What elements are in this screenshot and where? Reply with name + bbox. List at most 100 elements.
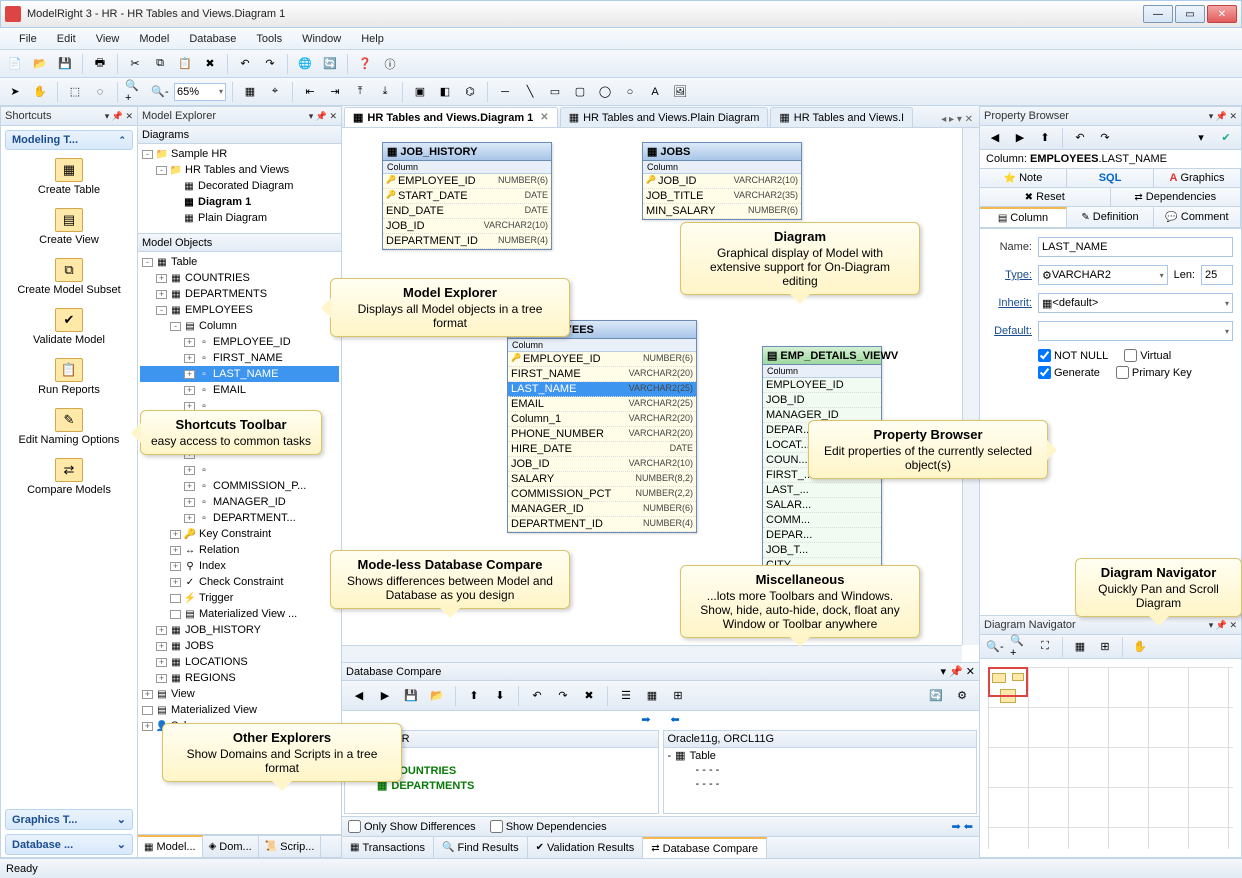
pb-tab-definition[interactable]: ✎ Definition [1067, 207, 1154, 228]
text-icon[interactable]: A [644, 81, 666, 103]
maximize-button[interactable]: ▭ [1175, 5, 1205, 23]
pin-icon[interactable]: ▾ 📌 ✕ [940, 665, 975, 678]
cylinder-icon[interactable]: ⌬ [459, 81, 481, 103]
diagrams-tree[interactable]: -📁Sample HR -📁HR Tables and Views ▦Decor… [138, 144, 341, 233]
shortcut-create-model-subset[interactable]: ⧉Create Model Subset [1, 254, 137, 304]
tab-db-compare[interactable]: ⇄ Database Compare [643, 837, 767, 858]
dc-grid-icon[interactable]: ▦ [641, 685, 663, 707]
dc-open-icon[interactable]: 📂 [426, 685, 448, 707]
primarykey-checkbox[interactable]: Primary Key [1116, 366, 1192, 379]
shortcuts-section-modeling[interactable]: Modeling T...⌃ [5, 130, 133, 150]
nav-expand-icon[interactable]: ⊞ [1094, 636, 1116, 658]
shortcut-edit-naming[interactable]: ✎Edit Naming Options [1, 404, 137, 454]
select-lasso-icon[interactable]: ◌ [89, 81, 111, 103]
grid-icon[interactable]: ▦ [239, 81, 261, 103]
dc-target-pane[interactable]: Oracle11g, ORCL11G -▦ Table - - - - - - … [663, 730, 978, 814]
dc-fwd-icon[interactable]: ▶ [374, 685, 396, 707]
pb-dropdown-icon[interactable]: ▾ [1190, 127, 1212, 149]
roundrect-icon[interactable]: ▢ [569, 81, 591, 103]
nav-fit-icon[interactable]: ⛶ [1034, 636, 1056, 658]
cut-icon[interactable]: ✂ [124, 53, 146, 75]
menu-edit[interactable]: Edit [48, 31, 85, 47]
dc-save-icon[interactable]: 💾 [400, 685, 422, 707]
image-icon[interactable]: 🖼 [669, 81, 691, 103]
navigator-canvas[interactable] [980, 659, 1241, 857]
print-icon[interactable]: 🖶 [89, 53, 111, 75]
circle-icon[interactable]: ○ [619, 81, 641, 103]
menu-help[interactable]: Help [352, 31, 393, 47]
pb-redo-icon[interactable]: ↷ [1094, 127, 1116, 149]
generate-checkbox[interactable]: Generate [1038, 366, 1100, 379]
help-icon[interactable]: ❓ [354, 53, 376, 75]
dc-back-icon[interactable]: ◀ [348, 685, 370, 707]
pin-icon[interactable]: ▾ 📌 ✕ [1209, 111, 1237, 122]
pointer-icon[interactable]: ➤ [4, 81, 26, 103]
nav-grid-icon[interactable]: ▦ [1069, 636, 1091, 658]
refresh-icon[interactable]: 🌐 [294, 53, 316, 75]
menu-file[interactable]: File [10, 31, 46, 47]
close-button[interactable]: ✕ [1207, 5, 1237, 23]
hand-icon[interactable]: ✋ [29, 81, 51, 103]
tab-controls[interactable]: ◂ ▸ ▾ ✕ [937, 112, 977, 127]
shortcut-create-table[interactable]: ▦Create Table [1, 154, 137, 204]
pb-tab-dependencies[interactable]: ⇄ Dependencies [1111, 188, 1242, 207]
align-bottom-icon[interactable]: ⤓ [374, 81, 396, 103]
ellipse-icon[interactable]: ◯ [594, 81, 616, 103]
align-left-icon[interactable]: ⇤ [299, 81, 321, 103]
cube-icon[interactable]: ▣ [409, 81, 431, 103]
default-combo[interactable] [1038, 321, 1233, 341]
zoom-combo[interactable]: 65% [174, 83, 226, 101]
close-tab-icon[interactable]: ✕ [540, 112, 548, 123]
box-icon[interactable]: ◧ [434, 81, 456, 103]
only-show-diff-checkbox[interactable]: Only Show Differences [348, 820, 476, 833]
type-combo[interactable]: ⚙ VARCHAR2 [1038, 265, 1168, 285]
about-icon[interactable]: ⓘ [379, 53, 401, 75]
menu-database[interactable]: Database [180, 31, 245, 47]
inherit-combo[interactable]: ▦ <default> [1038, 293, 1233, 313]
select-rect-icon[interactable]: ⬚ [64, 81, 86, 103]
nav-zoomin-icon[interactable]: 🔍+ [1009, 636, 1031, 658]
shortcut-validate-model[interactable]: ✔Validate Model [1, 304, 137, 354]
open-icon[interactable]: 📂 [29, 53, 51, 75]
rect-icon[interactable]: ▭ [544, 81, 566, 103]
pb-tab-note[interactable]: ⭐ Note [980, 169, 1067, 188]
entity-job-history[interactable]: ▦ JOB_HISTORY Column 🔑EMPLOYEE_IDNUMBER(… [382, 142, 552, 250]
pb-up-icon[interactable]: ⬆ [1034, 127, 1056, 149]
align-right-icon[interactable]: ⇥ [324, 81, 346, 103]
shortcuts-section-database[interactable]: Database ...⌄ [5, 834, 133, 855]
sync-icon[interactable]: 🔄 [319, 53, 341, 75]
save-icon[interactable]: 💾 [54, 53, 76, 75]
menu-model[interactable]: Model [130, 31, 178, 47]
line-icon[interactable]: ╲ [519, 81, 541, 103]
menu-view[interactable]: View [87, 31, 129, 47]
pin-icon[interactable]: ▾ 📌 ✕ [309, 111, 337, 122]
relation-icon[interactable]: ─ [494, 81, 516, 103]
dc-refresh-icon[interactable]: 🔄 [925, 685, 947, 707]
new-icon[interactable]: 📄 [4, 53, 26, 75]
pb-tab-column[interactable]: ▤ Column [980, 207, 1067, 228]
dc-list-icon[interactable]: ☰ [615, 685, 637, 707]
snap-icon[interactable]: ⌖ [264, 81, 286, 103]
nav-zoomout-icon[interactable]: 🔍- [984, 636, 1006, 658]
dc-tree-icon[interactable]: ⊞ [667, 685, 689, 707]
pin-icon[interactable]: ▾ 📌 ✕ [105, 111, 133, 122]
zoom-in-icon[interactable]: 🔍+ [124, 81, 146, 103]
pb-fwd-icon[interactable]: ▶ [1009, 127, 1031, 149]
entity-employees[interactable]: ▦ EMPLOYEES Column 🔑EMPLOYEE_IDNUMBER(6)… [507, 320, 697, 533]
pb-tab-reset[interactable]: ✖ Reset [980, 188, 1111, 207]
pb-tab-graphics[interactable]: A Graphics [1154, 169, 1241, 188]
tab-transactions[interactable]: ▦ Transactions [342, 837, 434, 858]
dc-undo-icon[interactable]: ↶ [526, 685, 548, 707]
menu-window[interactable]: Window [293, 31, 350, 47]
minimize-button[interactable]: — [1143, 5, 1173, 23]
paste-icon[interactable]: 📋 [174, 53, 196, 75]
notnull-checkbox[interactable]: NOT NULL [1038, 349, 1108, 362]
doc-tab-active[interactable]: ▦ HR Tables and Views.Diagram 1✕ [344, 107, 558, 127]
shortcut-run-reports[interactable]: 📋Run Reports [1, 354, 137, 404]
tab-domains[interactable]: ◈ Dom... [203, 836, 259, 857]
tab-find-results[interactable]: 🔍 Find Results [434, 837, 528, 858]
delete-icon[interactable]: ✖ [199, 53, 221, 75]
tab-validation[interactable]: ✔ Validation Results [528, 837, 644, 858]
show-deps-checkbox[interactable]: Show Dependencies [490, 820, 607, 833]
shortcut-compare-models[interactable]: ⇄Compare Models [1, 454, 137, 504]
